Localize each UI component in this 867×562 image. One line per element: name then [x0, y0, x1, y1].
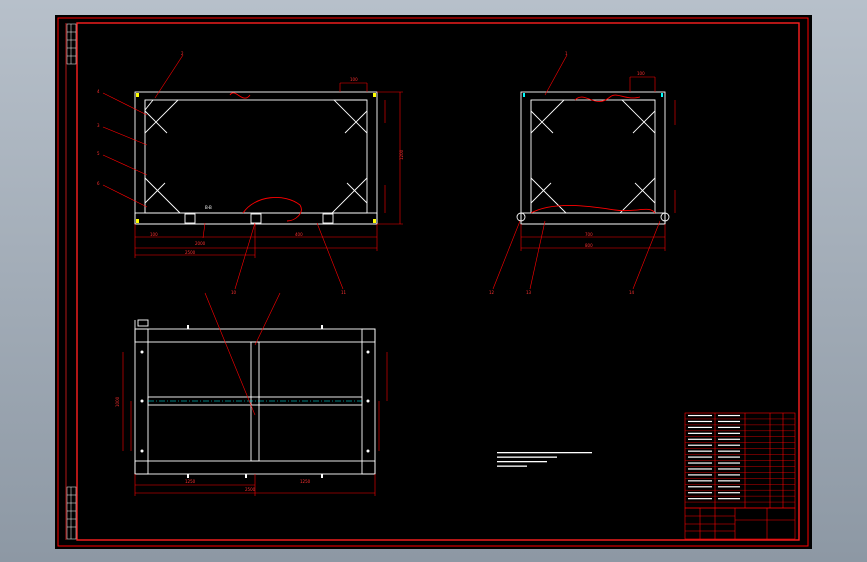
title-block: [684, 507, 796, 540]
parts-list-cell-text: [718, 462, 740, 464]
top-view[interactable]: 1250 2500 1250 1000: [115, 292, 388, 496]
parts-list-cell-text: [718, 444, 740, 446]
parts-list-cell-text: [718, 426, 740, 429]
left-title-strip-bottom: [66, 486, 77, 540]
note-line: [497, 465, 527, 467]
parts-list-cell-text: [688, 480, 712, 482]
parts-list-cell-text: [718, 438, 740, 440]
parts-list-cell-text: [718, 474, 740, 476]
left-title-strip-top: [66, 23, 77, 65]
parts-list-cell-text: [718, 498, 740, 500]
svg-text:11: 11: [341, 290, 347, 295]
front-view[interactable]: 100 2000 400 2500 1200 100 2 4 3 5 6 10 11 B-B: [97, 51, 404, 295]
parts-list-cell-text: [688, 432, 712, 434]
svg-text:12: 12: [489, 290, 495, 295]
parts-list-cell-text: [718, 432, 740, 434]
cad-viewport[interactable]: 100 2000 400 2500 1200 100 2 4 3 5 6 10 11 B-B: [55, 15, 812, 549]
drawing-sheet[interactable]: 100 2000 400 2500 1200 100 2 4 3 5 6 10 11 B-B: [55, 15, 812, 549]
svg-text:1250: 1250: [300, 479, 311, 484]
parts-list-cell-text: [688, 414, 712, 417]
svg-text:100: 100: [350, 77, 358, 82]
parts-list-cell-text: [718, 480, 740, 482]
parts-list-cell-text: [688, 486, 712, 488]
parts-list-rows: [685, 414, 795, 503]
svg-text:400: 400: [295, 232, 303, 237]
parts-list-cell-text: [688, 438, 712, 440]
parts-list-cell-text: [688, 498, 712, 500]
svg-text:14: 14: [629, 290, 635, 295]
note-line: [497, 456, 557, 458]
svg-text:1: 1: [565, 51, 568, 56]
svg-text:1250: 1250: [185, 479, 196, 484]
svg-text:1200: 1200: [399, 149, 404, 160]
parts-list-cell-text: [688, 450, 712, 452]
svg-text:13: 13: [526, 290, 532, 295]
parts-list-cell-text: [688, 468, 712, 470]
svg-text:2000: 2000: [195, 241, 206, 246]
notes-lines: [497, 452, 592, 467]
parts-list-cell-text: [718, 486, 740, 488]
parts-list-cell-text: [688, 426, 712, 429]
svg-text:4: 4: [97, 89, 100, 94]
svg-text:1000: 1000: [115, 396, 120, 407]
parts-list-cell-text: [718, 456, 740, 458]
parts-list-cell-text: [688, 420, 712, 423]
sheet-outer-border: [57, 17, 809, 547]
svg-text:2500: 2500: [185, 250, 196, 255]
svg-text:2: 2: [181, 51, 184, 56]
technical-notes: [497, 452, 592, 467]
svg-text:2500: 2500: [245, 487, 256, 492]
parts-list-cell-text: [688, 462, 712, 464]
note-line: [497, 452, 592, 454]
parts-list-cell-text: [688, 492, 712, 494]
svg-text:700: 700: [585, 232, 593, 237]
parts-list-cell-text: [688, 444, 712, 446]
parts-list-cell-text: [718, 414, 740, 417]
parts-list-cell-text: [688, 474, 712, 476]
svg-text:10: 10: [231, 290, 237, 295]
svg-text:3: 3: [97, 123, 100, 128]
parts-list-cell-text: [718, 492, 740, 494]
parts-list-cell-text: [718, 420, 740, 423]
side-view[interactable]: 700 800 100 1 12 13 14: [489, 51, 676, 295]
svg-text:5: 5: [97, 151, 100, 156]
svg-text:800: 800: [585, 243, 593, 248]
svg-text:B-B: B-B: [205, 205, 212, 210]
note-line: [497, 461, 547, 463]
svg-text:100: 100: [150, 232, 158, 237]
svg-text:100: 100: [637, 71, 645, 76]
svg-text:6: 6: [97, 181, 100, 186]
parts-list-cell-text: [718, 468, 740, 470]
parts-list-cell-text: [718, 450, 740, 452]
parts-list-cell-text: [688, 456, 712, 458]
